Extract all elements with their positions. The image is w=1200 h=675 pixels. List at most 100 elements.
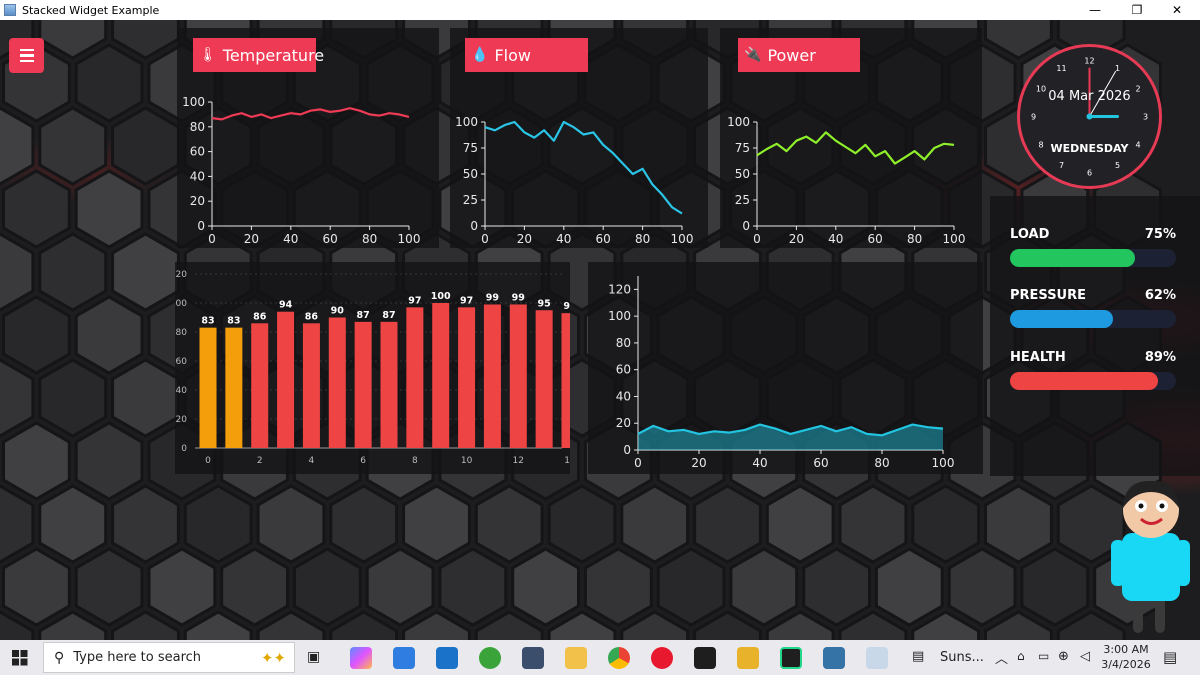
store-icon[interactable] [393,647,415,669]
hex-cell [0,232,35,312]
file-explorer-icon[interactable] [565,647,587,669]
weather-icon[interactable]: ▤ [912,649,924,664]
opera-icon[interactable] [651,647,673,669]
bar-value-label: 93 [563,301,570,312]
taskbar-search-box[interactable]: ⚲ Type here to search ✦✦ [43,642,295,673]
hex-cell [74,421,144,501]
database-icon[interactable] [737,647,759,669]
bar-value-label: 97 [408,295,421,306]
x-tick-label: 0 [205,456,211,466]
analog-clock: 12 1 2 3 4 5 6 7 8 9 10 11 04 Mar 2026 WEDNESDAY [1017,44,1162,189]
bar-value-label: 99 [486,292,499,303]
y-tick-label: 60 [190,145,205,159]
x-tick-label: 100 [398,232,421,246]
y-tick-label: 80 [616,336,631,350]
bar [251,323,269,448]
tab-temperature[interactable]: 🌡 Temperature [193,38,324,72]
y-tick-label: 100 [175,299,187,309]
y-tick-label: 40 [190,169,205,183]
chevron-up-icon[interactable]: ︿ [995,648,1008,667]
y-tick-label: 20 [176,415,188,425]
outlook-icon[interactable] [436,647,458,669]
area-fill [638,424,943,450]
y-tick-label: 60 [616,363,631,377]
x-tick-label: 60 [813,456,828,470]
bar-value-label: 99 [512,292,525,303]
bar-value-label: 87 [382,310,395,321]
hex-cell [0,484,35,564]
tab-power[interactable]: 🔌 Power [738,38,860,72]
x-tick-label: 100 [932,456,955,470]
menu-button[interactable] [9,38,44,73]
torrent-icon[interactable] [479,647,501,669]
load-bar-fill [1010,249,1135,267]
hex-cell [147,547,217,627]
hex-cell [74,547,144,627]
x-tick-label: 0 [753,232,761,246]
hex-cell [984,484,1053,564]
x-tick-label: 60 [323,232,338,246]
hex-cell [292,547,362,627]
volume-icon[interactable]: ◁ [1080,649,1090,664]
sparkle-icon[interactable]: ✦✦ [261,649,286,667]
copilot-icon[interactable] [350,647,372,669]
taskbar-clock[interactable]: 3:00 AM 3/4/2026 [1100,642,1152,672]
y-tick-label: 120 [175,270,187,280]
x-tick-label: 80 [874,456,889,470]
weather-text[interactable]: Suns... [940,650,984,665]
clock-day: WEDNESDAY [1050,142,1129,155]
x-tick-label: 14 [564,456,570,466]
hex-cell [583,547,653,627]
y-tick-label: 50 [463,167,478,181]
tab-flow[interactable]: 💧 Flow [465,38,588,72]
minimize-button[interactable]: — [1072,0,1118,20]
pressure-label: PRESSURE [1010,288,1087,303]
health-percent: 89% [1144,350,1176,365]
y-tick-label: 40 [616,389,631,403]
pycharm-icon[interactable] [780,647,802,669]
y-tick-label: 0 [623,443,631,457]
thermometer-icon: 🌡 [199,47,217,63]
globe-icon[interactable]: ⊕ [1058,649,1069,664]
y-tick-label: 20 [616,416,631,430]
bar-value-label: 87 [357,310,370,321]
bar [225,327,243,448]
hex-cell [0,358,35,438]
hex-cell [74,169,144,249]
x-tick-label: 40 [752,456,767,470]
tab-power-label: Power [767,45,816,65]
hex-cell [38,232,108,312]
flow-chart: 0 25 50 75 100 0 20 40 60 80 100 [455,115,693,246]
x-tick-label: 80 [907,232,922,246]
chrome-icon[interactable] [608,647,630,669]
notification-icon[interactable]: ▤ [1163,648,1177,666]
pressure-bar [1010,310,1176,328]
paint-icon[interactable] [866,647,888,669]
bar [509,304,527,448]
battery-icon[interactable]: ▭ [1038,649,1049,663]
y-tick-label: 40 [176,386,188,396]
taskbar-date: 3/4/2026 [1101,658,1151,671]
x-tick-label: 0 [481,232,489,246]
tia-portal-icon[interactable] [522,647,544,669]
clock-date: 04 Mar 2026 [1048,89,1131,104]
bar-value-label: 83 [227,316,240,327]
bar [302,323,320,448]
mascot-character [1111,480,1190,633]
x-tick-label: 80 [362,232,377,246]
hex-cell [765,484,835,564]
bar [328,317,346,448]
terminal-icon[interactable] [694,647,716,669]
y-tick-label: 20 [190,194,205,208]
x-tick-label: 4 [309,456,315,466]
clock-number: 9 [1031,113,1036,122]
python-icon[interactable] [823,647,845,669]
network-icon[interactable]: ⌂ [1017,649,1025,663]
close-button[interactable]: ✕ [1154,0,1200,20]
hex-cell [111,358,180,438]
bar [354,321,372,448]
windows-start-icon[interactable] [12,650,28,666]
taskbar-time: 3:00 AM [1103,643,1149,656]
task-view-icon[interactable]: ▣ [307,649,320,665]
tab-temperature-label: Temperature [222,45,325,65]
